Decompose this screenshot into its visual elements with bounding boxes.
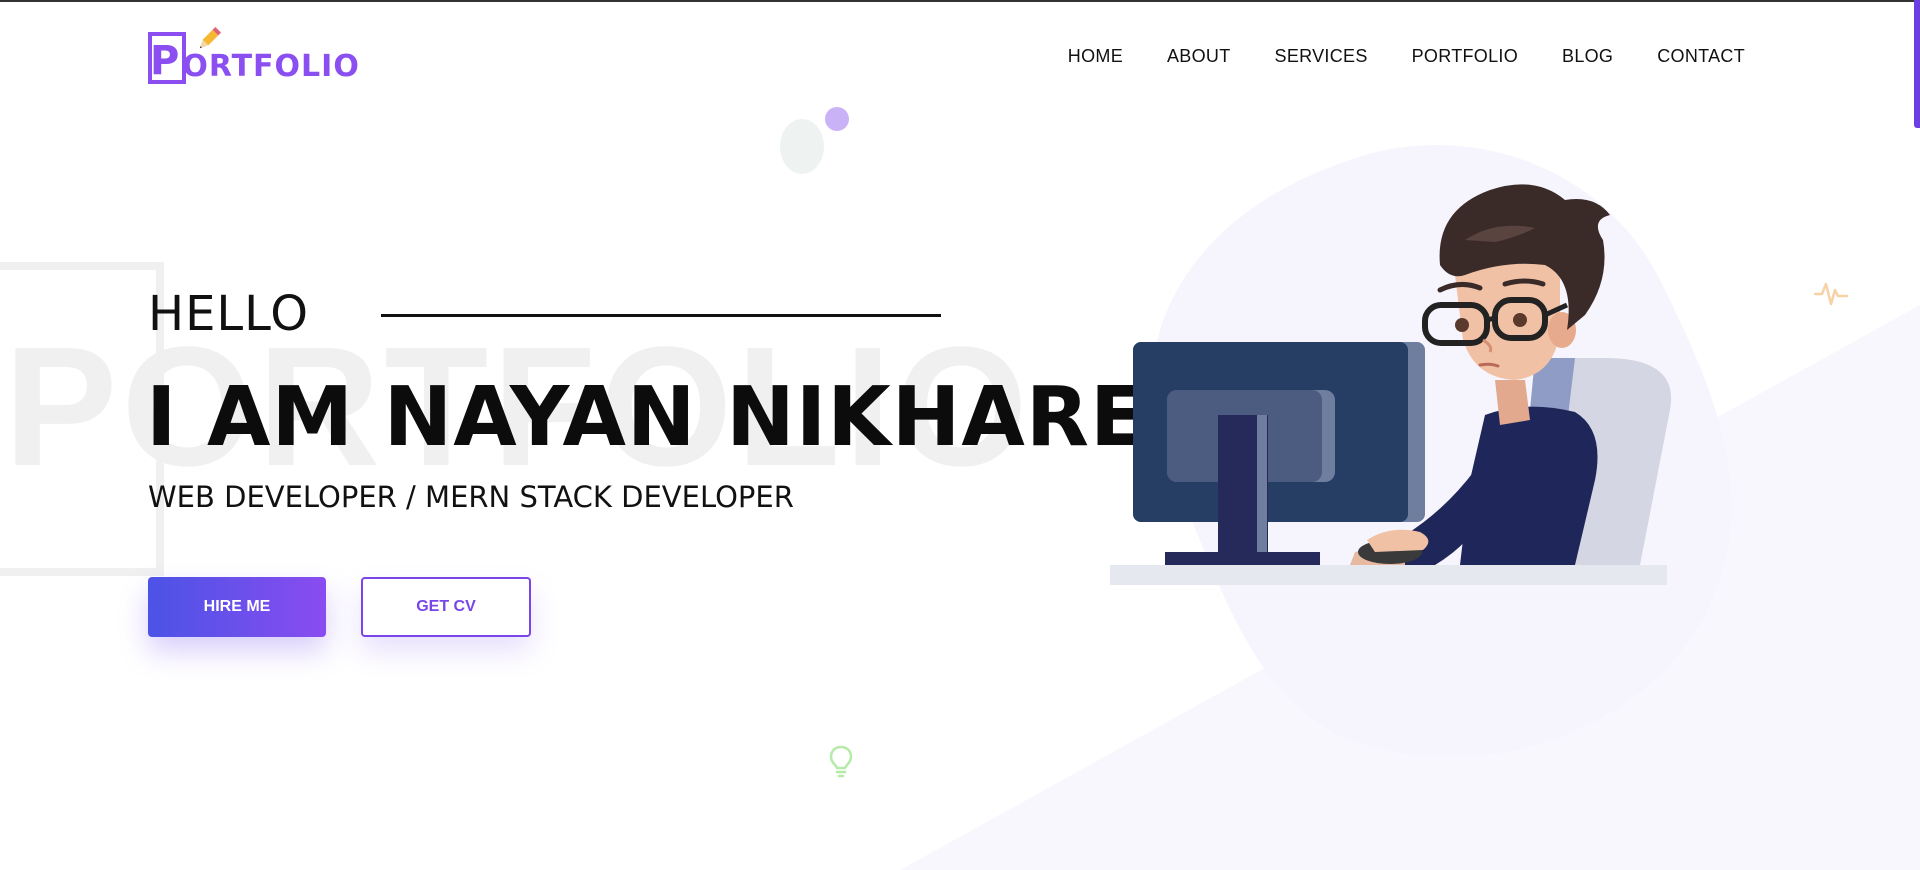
greeting: HELLO: [148, 286, 309, 342]
hire-me-button[interactable]: HIRE ME: [148, 577, 326, 637]
pulse-icon: [1814, 282, 1848, 306]
nav-services[interactable]: SERVICES: [1275, 46, 1368, 67]
developer-illustration: [1110, 184, 1672, 585]
hero-title: I AM NAYAN NIKHARE: [146, 370, 1147, 465]
nav-about[interactable]: ABOUT: [1167, 46, 1231, 67]
pencil-icon: [199, 26, 222, 49]
lightbulb-icon: [829, 745, 853, 778]
nav-home[interactable]: HOME: [1068, 46, 1123, 67]
greeting-line: [381, 314, 941, 317]
decorative-dot: [825, 107, 849, 131]
logo-text: PORTFOLIO: [150, 38, 360, 84]
nav-portfolio[interactable]: PORTFOLIO: [1412, 46, 1518, 67]
get-cv-button[interactable]: GET CV: [361, 577, 531, 637]
scroll-indicator[interactable]: [1914, 0, 1920, 128]
logo[interactable]: PORTFOLIO: [148, 26, 360, 90]
decorative-dot: [780, 119, 824, 174]
hero-subtitle: WEB DEVELOPER / MERN STACK DEVELOPER: [148, 480, 794, 514]
nav-contact[interactable]: CONTACT: [1657, 46, 1745, 67]
main-nav: HOME ABOUT SERVICES PORTFOLIO BLOG CONTA…: [1068, 46, 1745, 67]
nav-blog[interactable]: BLOG: [1562, 46, 1613, 67]
